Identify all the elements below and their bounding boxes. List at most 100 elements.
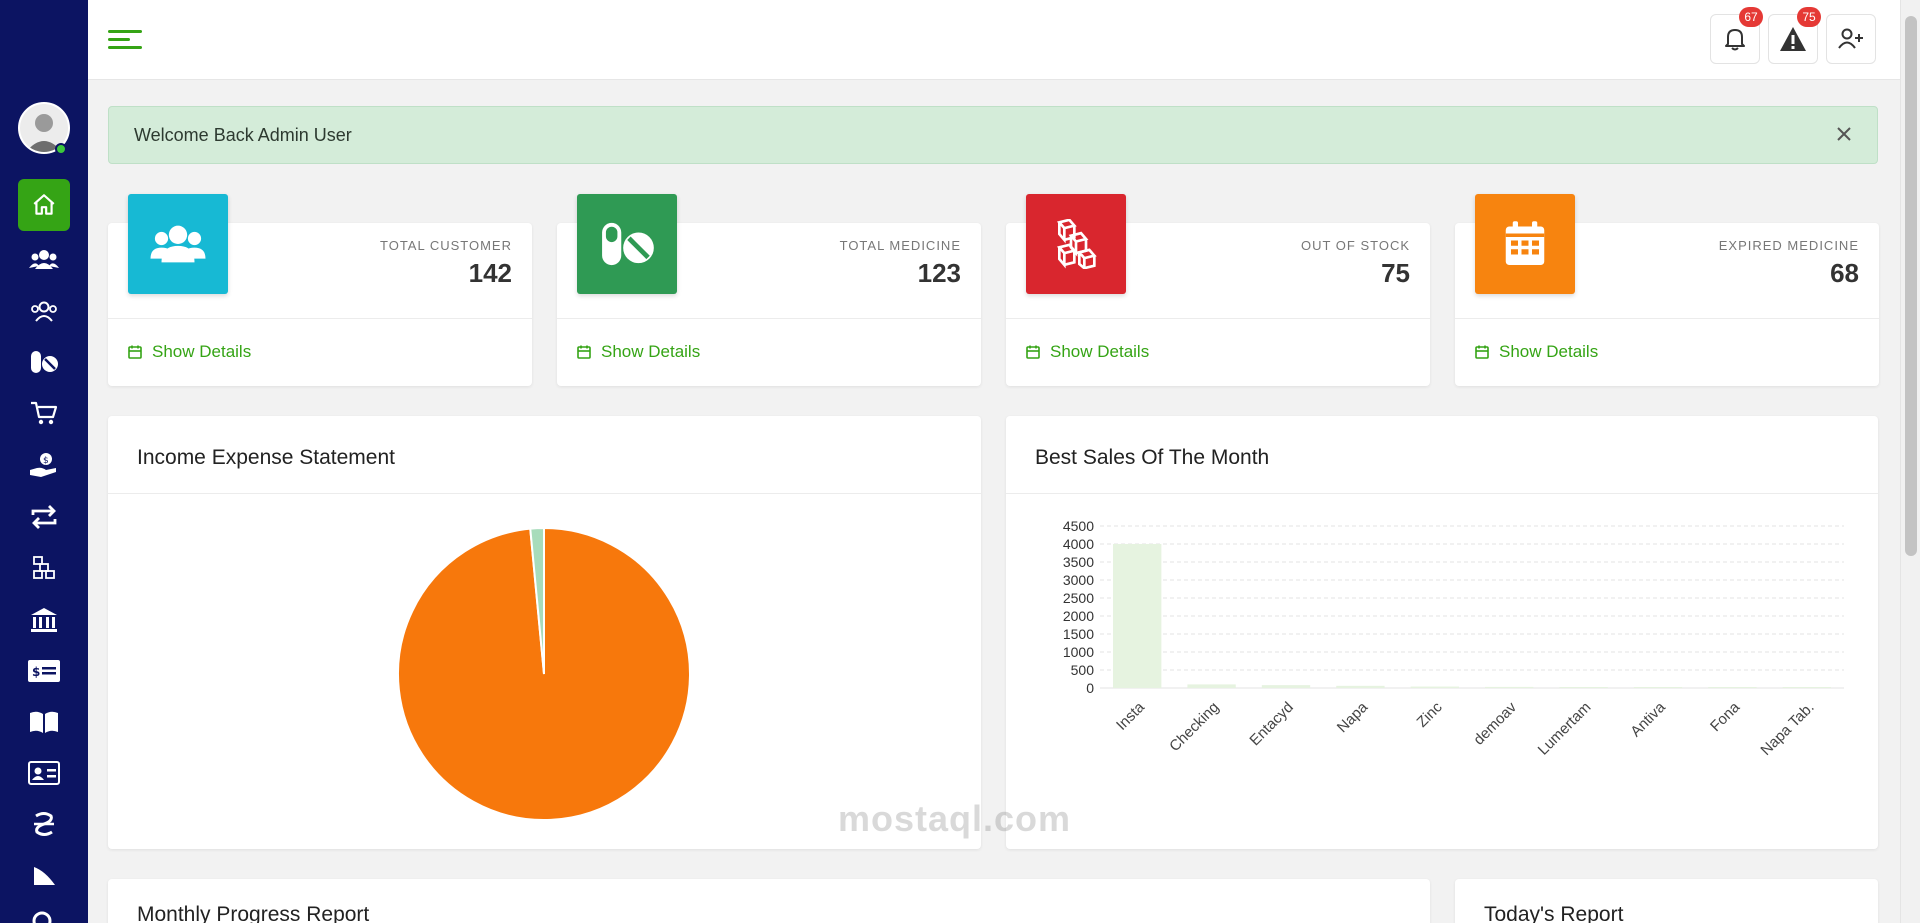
sidebar-item-customers[interactable] (24, 239, 64, 279)
stat-value: 142 (468, 258, 512, 288)
watermark: mostaql.com (838, 798, 1072, 839)
chart-area-icon (34, 867, 55, 885)
page-scrollbar[interactable] (1900, 0, 1920, 923)
sidebar-item-stock[interactable] (24, 548, 64, 588)
boxes-icon (1056, 219, 1097, 269)
sidebar-item-bank[interactable] (24, 600, 64, 640)
svg-text:$: $ (43, 456, 49, 466)
sidebar-item-purchase[interactable] (24, 393, 64, 433)
cart-icon (31, 401, 58, 425)
show-details-label: Show Details (152, 342, 252, 361)
stat-icon-box (128, 194, 228, 294)
show-details-link[interactable]: Show Details (1475, 342, 1598, 362)
y-tick-label: 1500 (1063, 626, 1094, 642)
sidebar-item-payments[interactable]: $ (24, 651, 64, 691)
users-icon (150, 225, 206, 263)
bar-entacyd[interactable] (1261, 685, 1311, 688)
x-tick-label: Lumertam (1535, 699, 1595, 759)
x-tick-label: Napa (1334, 698, 1372, 736)
welcome-alert-text: Welcome Back Admin User (134, 125, 352, 145)
sidebar-item-sales[interactable]: $ (24, 445, 64, 485)
bar-napa-tab-[interactable] (1782, 687, 1831, 688)
x-tick-label: Antiva (1627, 698, 1669, 740)
bar-antiva[interactable] (1633, 687, 1683, 688)
add-user-button[interactable] (1826, 14, 1876, 64)
divider (557, 318, 981, 319)
panel-title: Monthly Progress Report (137, 903, 370, 923)
x-tick-label: Insta (1113, 698, 1148, 733)
user-group-icon (31, 301, 57, 322)
y-tick-label: 3000 (1063, 572, 1094, 588)
sidebar-item-employees[interactable] (24, 753, 64, 793)
sidebar: $ $ (0, 0, 88, 923)
show-details-label: Show Details (1050, 342, 1150, 361)
stat-icon-box (1026, 194, 1126, 294)
income-expense-panel: Income Expense Statement (108, 416, 981, 849)
stat-card-total-customer: TOTAL CUSTOMER 142 Show Details (108, 194, 532, 386)
stat-card-expired-medicine: EXPIRED MEDICINE 68 Show Details (1455, 194, 1879, 386)
stat-value: 68 (1830, 258, 1859, 288)
stat-label: TOTAL CUSTOMER (380, 238, 512, 253)
stat-label: TOTAL MEDICINE (839, 238, 961, 253)
y-tick-label: 2500 (1063, 590, 1094, 606)
y-tick-label: 4500 (1063, 518, 1094, 534)
home-icon (33, 194, 55, 215)
alert-close-button[interactable] (1833, 123, 1855, 145)
stat-label: OUT OF STOCK (1300, 238, 1410, 253)
stat-label: EXPIRED MEDICINE (1718, 238, 1859, 253)
calendar-icon (1505, 221, 1545, 265)
pills-icon (31, 351, 58, 373)
notifications-badge: 67 (1739, 7, 1763, 27)
sidebar-item-reports[interactable] (24, 855, 64, 895)
pills-icon (602, 222, 654, 266)
show-details-link[interactable]: Show Details (1026, 342, 1149, 362)
monthly-progress-panel: Monthly Progress Report (108, 879, 1430, 923)
close-icon (1837, 127, 1851, 141)
money-check-icon: $ (28, 660, 60, 682)
bell-icon (1725, 29, 1745, 51)
bar-zinc[interactable] (1410, 686, 1459, 688)
calendar-icon (1026, 345, 1040, 359)
show-details-link[interactable]: Show Details (577, 342, 700, 362)
stat-card-total-medicine: TOTAL MEDICINE 123 Show Details (557, 194, 981, 386)
x-tick-label: Fona (1707, 698, 1744, 735)
bar-napa[interactable] (1336, 685, 1385, 688)
alerts-badge: 75 (1797, 7, 1821, 27)
stat-icon-box (577, 194, 677, 294)
scrollbar-thumb[interactable] (1905, 16, 1917, 556)
notifications-button[interactable]: 67 (1710, 7, 1763, 64)
divider (1455, 318, 1879, 319)
bar-demoav[interactable] (1485, 686, 1534, 688)
alerts-button[interactable]: 75 (1768, 7, 1821, 64)
sidebar-item-home[interactable] (18, 179, 70, 231)
boxes-icon (33, 556, 55, 579)
stat-card-out-of-stock: OUT OF STOCK 75 Show Details (1006, 194, 1430, 386)
sidebar-item-settings[interactable] (24, 903, 64, 923)
calendar-icon (1475, 345, 1489, 359)
x-tick-label: demoav (1470, 698, 1520, 748)
bar-checking[interactable] (1187, 684, 1236, 688)
online-status-dot (55, 143, 67, 155)
sidebar-item-returns[interactable] (24, 497, 64, 537)
book-icon (30, 711, 58, 733)
id-card-icon (28, 761, 60, 785)
sidebar-item-accounts[interactable] (24, 702, 64, 742)
best-sales-panel: Best Sales Of The Month 0 500 1000 1500 2000… (1006, 416, 1878, 849)
stat-value: 123 (917, 258, 961, 288)
bar-insta[interactable] (1113, 544, 1162, 688)
calendar-icon (128, 345, 142, 359)
stat-value: 75 (1381, 258, 1410, 288)
bar-lumertam[interactable] (1559, 687, 1608, 688)
hamburger-icon (108, 30, 142, 49)
bar-fona[interactable] (1708, 687, 1757, 688)
sidebar-item-currency[interactable] (24, 804, 64, 844)
warning-icon (1780, 27, 1806, 51)
user-plus-icon (1838, 28, 1863, 49)
x-tick-label: Checking (1166, 699, 1222, 755)
show-details-link[interactable]: Show Details (128, 342, 251, 362)
panel-title: Best Sales Of The Month (1035, 446, 1270, 469)
menu-toggle-button[interactable] (108, 28, 144, 52)
sidebar-item-suppliers[interactable] (24, 291, 64, 331)
best-sales-bar-chart: 0 500 1000 1500 2000 2500 3000 3500 4000 4500 Inst… (1063, 518, 1844, 759)
sidebar-item-medicine[interactable] (24, 342, 64, 382)
